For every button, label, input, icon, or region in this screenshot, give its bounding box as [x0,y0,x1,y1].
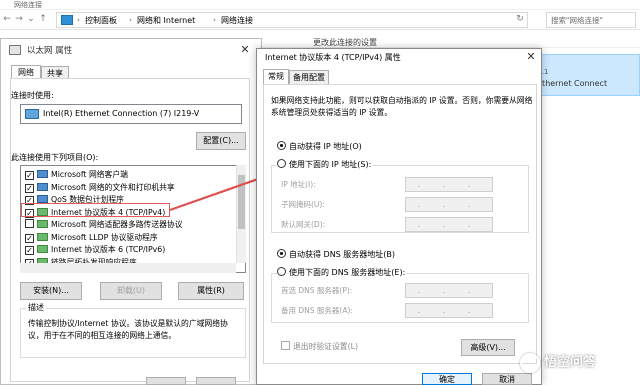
default-gateway-label: 默认网关(D): [281,220,326,229]
adapter-name: Intel(R) Ethernet Connection (7) I219-V [43,109,200,118]
breadcrumb-separator-icon: › [129,16,132,24]
network-client-icon [37,170,48,178]
list-item-label: Microsoft 网络客户端 [51,170,128,179]
control-panel-icon [61,15,73,25]
tab-general[interactable]: 常规 [263,69,289,84]
forward-arrow-icon[interactable]: → [14,13,24,25]
radio-selected-icon [277,249,286,258]
ip-address-field[interactable]: . . . [405,177,493,192]
adapter-field: Intel(R) Ethernet Connection (7) I219-V [20,104,242,124]
breadcrumb-separator-icon: › [77,16,80,24]
advanced-button[interactable]: 高级(V)... [461,339,515,356]
auto-ip-radio[interactable]: 自动获得 IP 地址(O) [277,141,362,153]
list-item-label: Microsoft LLDP 协议驱动程序 [51,232,158,242]
subnet-mask-label: 子网掩码(U): [281,200,325,209]
watermark: 悟空问答 [516,350,636,376]
up-arrow-icon[interactable]: ↑ [38,13,48,25]
back-arrow-icon[interactable]: ← [2,13,12,25]
ok-button[interactable] [146,377,186,385]
ip-address-label: IP 地址(I): [281,180,316,189]
uninstall-button[interactable]: 卸载(U) [100,282,162,300]
alternate-dns-field[interactable]: . . . [405,303,493,318]
scrollbar-thumb[interactable] [238,175,245,229]
properties-button[interactable]: 属性(R) [178,282,244,300]
validate-on-exit-checkbox[interactable]: 退出时验证设置(L) [281,341,358,352]
list-item[interactable]: ✓ Microsoft 网络客户端 [25,168,233,181]
list-item-label: Microsoft 网络适配器多路传送器协议 [51,220,183,229]
checkbox[interactable] [25,219,34,228]
network-card-icon [25,109,39,119]
manual-dns-label: 使用下面的 DNS 服务器地址(E): [289,268,406,277]
manual-ip-label: 使用下面的 IP 地址(S): [289,160,372,169]
intro-text: 如果网络支持此功能，则可以获取自动指派的 IP 设置。否则，你需要从网络系统管理… [271,96,533,117]
refresh-icon[interactable]: ↻ [515,13,525,25]
description-text: 传输控制协议/Internet 协议。该协议是默认的广域网络协议，用于在不同的相… [28,319,228,340]
configure-button[interactable]: 配置(C)... [196,132,246,150]
network-client-icon [37,182,48,191]
install-button[interactable]: 安装(N)... [20,282,82,300]
network-service-icon [37,195,48,203]
checkbox[interactable]: ✓ [25,233,34,243]
list-item-label: Microsoft 网络的文件和打印机共享 [51,182,175,192]
dialog-title: Internet 协议版本 4 (TCP/IPv4) 属性 [265,53,401,62]
explorer-title: 网络连接 [14,1,42,9]
explorer-titlebar [0,0,640,10]
manual-dns-radio[interactable]: 使用下面的 DNS 服务器地址(E): [277,267,408,279]
breadcrumb-separator-icon: › [213,16,216,24]
protocol-icon [37,232,48,241]
chevron-down-icon[interactable]: ⌄ [26,13,36,25]
dialog-title: 以太网 属性 [27,46,73,56]
ipv4-properties-dialog: Internet 协议版本 4 (TCP/IPv4) 属性 ✕ 常规 备用配置 … [256,48,542,385]
list-item-label: Internet 协议版本 6 (TCP/IPv6) [51,245,166,254]
list-item[interactable]: ✓ Microsoft 网络的文件和打印机共享 [25,181,233,194]
radio-unselected-icon [277,267,286,276]
chat-bubble-icon [520,353,540,373]
description-title: 描述 [26,302,46,313]
list-vertical-scrollbar[interactable] [236,165,246,263]
watermark-text: 悟空问答 [544,355,597,370]
auto-dns-radio[interactable]: 自动获得 DNS 服务器地址(B) [277,249,395,261]
list-horizontal-scrollbar[interactable] [20,263,236,273]
adapter-tile-name: Ethernet Connect [537,79,608,88]
subnet-mask-field[interactable]: . . . [405,197,493,212]
auto-ip-label: 自动获得 IP 地址(O) [289,142,362,151]
preferred-dns-label: 首选 DNS 服务器(P): [281,286,353,295]
protocol-items-list[interactable]: ✓ Microsoft 网络客户端 ✓ Microsoft 网络的文件和打印机共享 … [20,165,246,273]
list-item[interactable]: Microsoft 网络适配器多路传送器协议 [25,218,233,231]
default-gateway-field[interactable]: . . . [405,217,493,232]
breadcrumb-network-connections[interactable]: 网络连接 [221,14,253,27]
preferred-dns-field[interactable]: . . . [405,283,493,298]
address-box[interactable]: › 控制面板 › 网络和 Internet › 网络连接 [56,12,528,28]
search-placeholder: 搜索"网络连接" [551,16,603,25]
tab-alternate-config[interactable]: 备用配置 [289,70,329,84]
checkbox[interactable]: ✓ [25,246,34,255]
breadcrumb-network-internet[interactable]: 网络和 Internet [137,14,195,27]
list-item[interactable]: ✓ Microsoft LLDP 协议驱动程序 [25,231,233,244]
ok-button[interactable]: 确定 [422,373,472,385]
protocol-icon [37,220,48,228]
change-connection-settings-command[interactable]: 更改此连接的设置 [313,37,377,48]
search-input[interactable]: 搜索"网络连接" [546,12,636,28]
auto-dns-label: 自动获得 DNS 服务器地址(B) [289,250,396,259]
radio-selected-icon [277,141,286,150]
radio-unselected-icon [277,159,286,168]
checkbox[interactable] [281,341,290,350]
breadcrumb-control-panel[interactable]: 控制面板 [85,14,117,27]
list-item[interactable]: ✓ Internet 协议版本 6 (TCP/IPv6) [25,243,233,256]
cancel-button[interactable] [196,377,236,385]
network-adapter-icon [9,45,21,55]
connect-using-label: 连接时使用: [11,91,54,100]
checkbox[interactable]: ✓ [25,171,34,180]
close-icon[interactable]: ✕ [237,42,253,58]
items-list-label: 此连接使用下列项目(O): [11,153,99,162]
close-icon[interactable]: ✕ [523,49,539,65]
ipv4-highlight-annotation [21,203,170,217]
validate-on-exit-label: 退出时验证设置(L) [293,342,359,351]
manual-ip-radio[interactable]: 使用下面的 IP 地址(S): [277,159,374,171]
alternate-dns-label: 备用 DNS 服务器(A): [281,306,353,315]
protocol-icon [37,245,48,253]
checkbox[interactable]: ✓ [25,183,34,193]
